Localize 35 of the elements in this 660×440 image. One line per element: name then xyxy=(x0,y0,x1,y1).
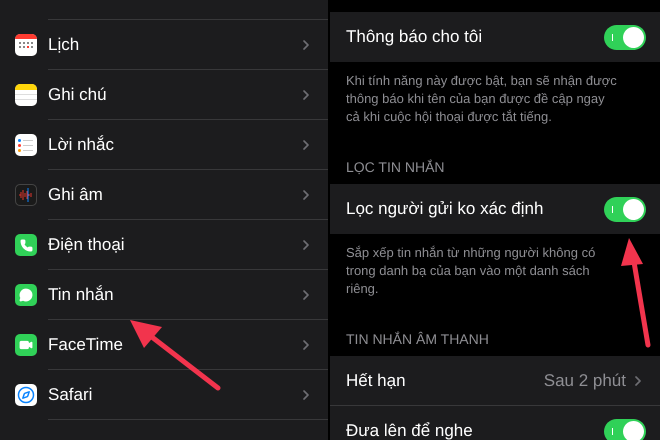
section-header: TIN NHẮN ÂM THANH xyxy=(346,330,489,349)
row-label: Ghi chú xyxy=(48,84,108,106)
row-label: Tin nhắn xyxy=(48,284,115,306)
section-header: LỌC TIN NHẮN xyxy=(346,158,445,177)
row-label: Đưa lên để nghe xyxy=(346,420,474,440)
settings-row[interactable]: Ghi chú xyxy=(0,70,328,120)
settings-row[interactable]: Tin nhắn xyxy=(0,270,328,320)
footer-note: Sắp xếp tin nhắn từ những người không có trong danh bạ của bạn vào một danh sách riêng. xyxy=(346,244,596,298)
toggle-switch[interactable] xyxy=(604,418,646,440)
compass-icon xyxy=(15,384,37,406)
video-camera-icon xyxy=(15,334,37,356)
row-label: Lịch xyxy=(48,34,80,56)
chat-bubble-icon xyxy=(15,284,37,306)
toggle-switch[interactable] xyxy=(604,24,646,50)
toggle-switch[interactable] xyxy=(604,196,646,222)
settings-row[interactable]: Lịch xyxy=(0,20,328,70)
list-icon xyxy=(15,134,37,156)
row-label: Safari xyxy=(48,384,94,406)
row-label: Lời nhắc xyxy=(48,134,115,156)
row-label: Ghi âm xyxy=(48,184,104,206)
footer-note: Khi tính năng này được bật, bạn sẽ nhận được thông báo khi tên của bạn được đề cập ngay cả khi cuộc hội thoại được tắt tiếng. xyxy=(346,72,618,126)
settings-row[interactable]: Safari xyxy=(0,370,328,420)
settings-row[interactable]: Ghi âm xyxy=(0,170,328,220)
notepad-icon xyxy=(15,84,37,106)
phone-icon xyxy=(15,234,37,256)
row-label: Thông báo cho tôi xyxy=(346,26,484,48)
row-label: Lọc người gửi ko xác định xyxy=(346,198,544,220)
row-label: Hết hạn xyxy=(346,370,407,392)
calendar-icon xyxy=(15,34,37,56)
row-label: FaceTime xyxy=(48,334,124,356)
settings-row[interactable]: Lời nhắc xyxy=(0,120,328,170)
row-label: Điện thoại xyxy=(48,234,126,256)
row-value: Sau 2 phút xyxy=(544,370,626,392)
waveform-icon xyxy=(15,184,37,206)
settings-row[interactable]: Điện thoại xyxy=(0,220,328,270)
